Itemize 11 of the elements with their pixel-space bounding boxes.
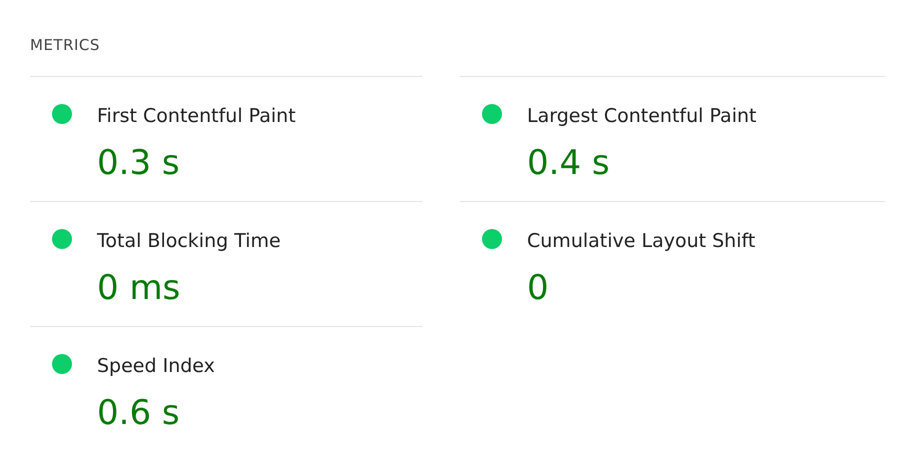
metric-label: First Contentful Paint (97, 105, 297, 127)
section-title: METRICS (30, 36, 101, 56)
metric-value: 0.3 s (97, 143, 181, 183)
metric-label: Largest Contentful Paint (527, 105, 758, 127)
metric-value: 0 (527, 268, 550, 308)
metric-value: 0.6 s (97, 393, 181, 433)
metric-label: Total Blocking Time (97, 230, 282, 252)
metric-value: 0.4 s (527, 143, 611, 183)
metric-label: Speed Index (97, 355, 216, 377)
metric-value: 0 ms (97, 268, 182, 308)
metric-label: Cumulative Layout Shift (527, 230, 756, 252)
